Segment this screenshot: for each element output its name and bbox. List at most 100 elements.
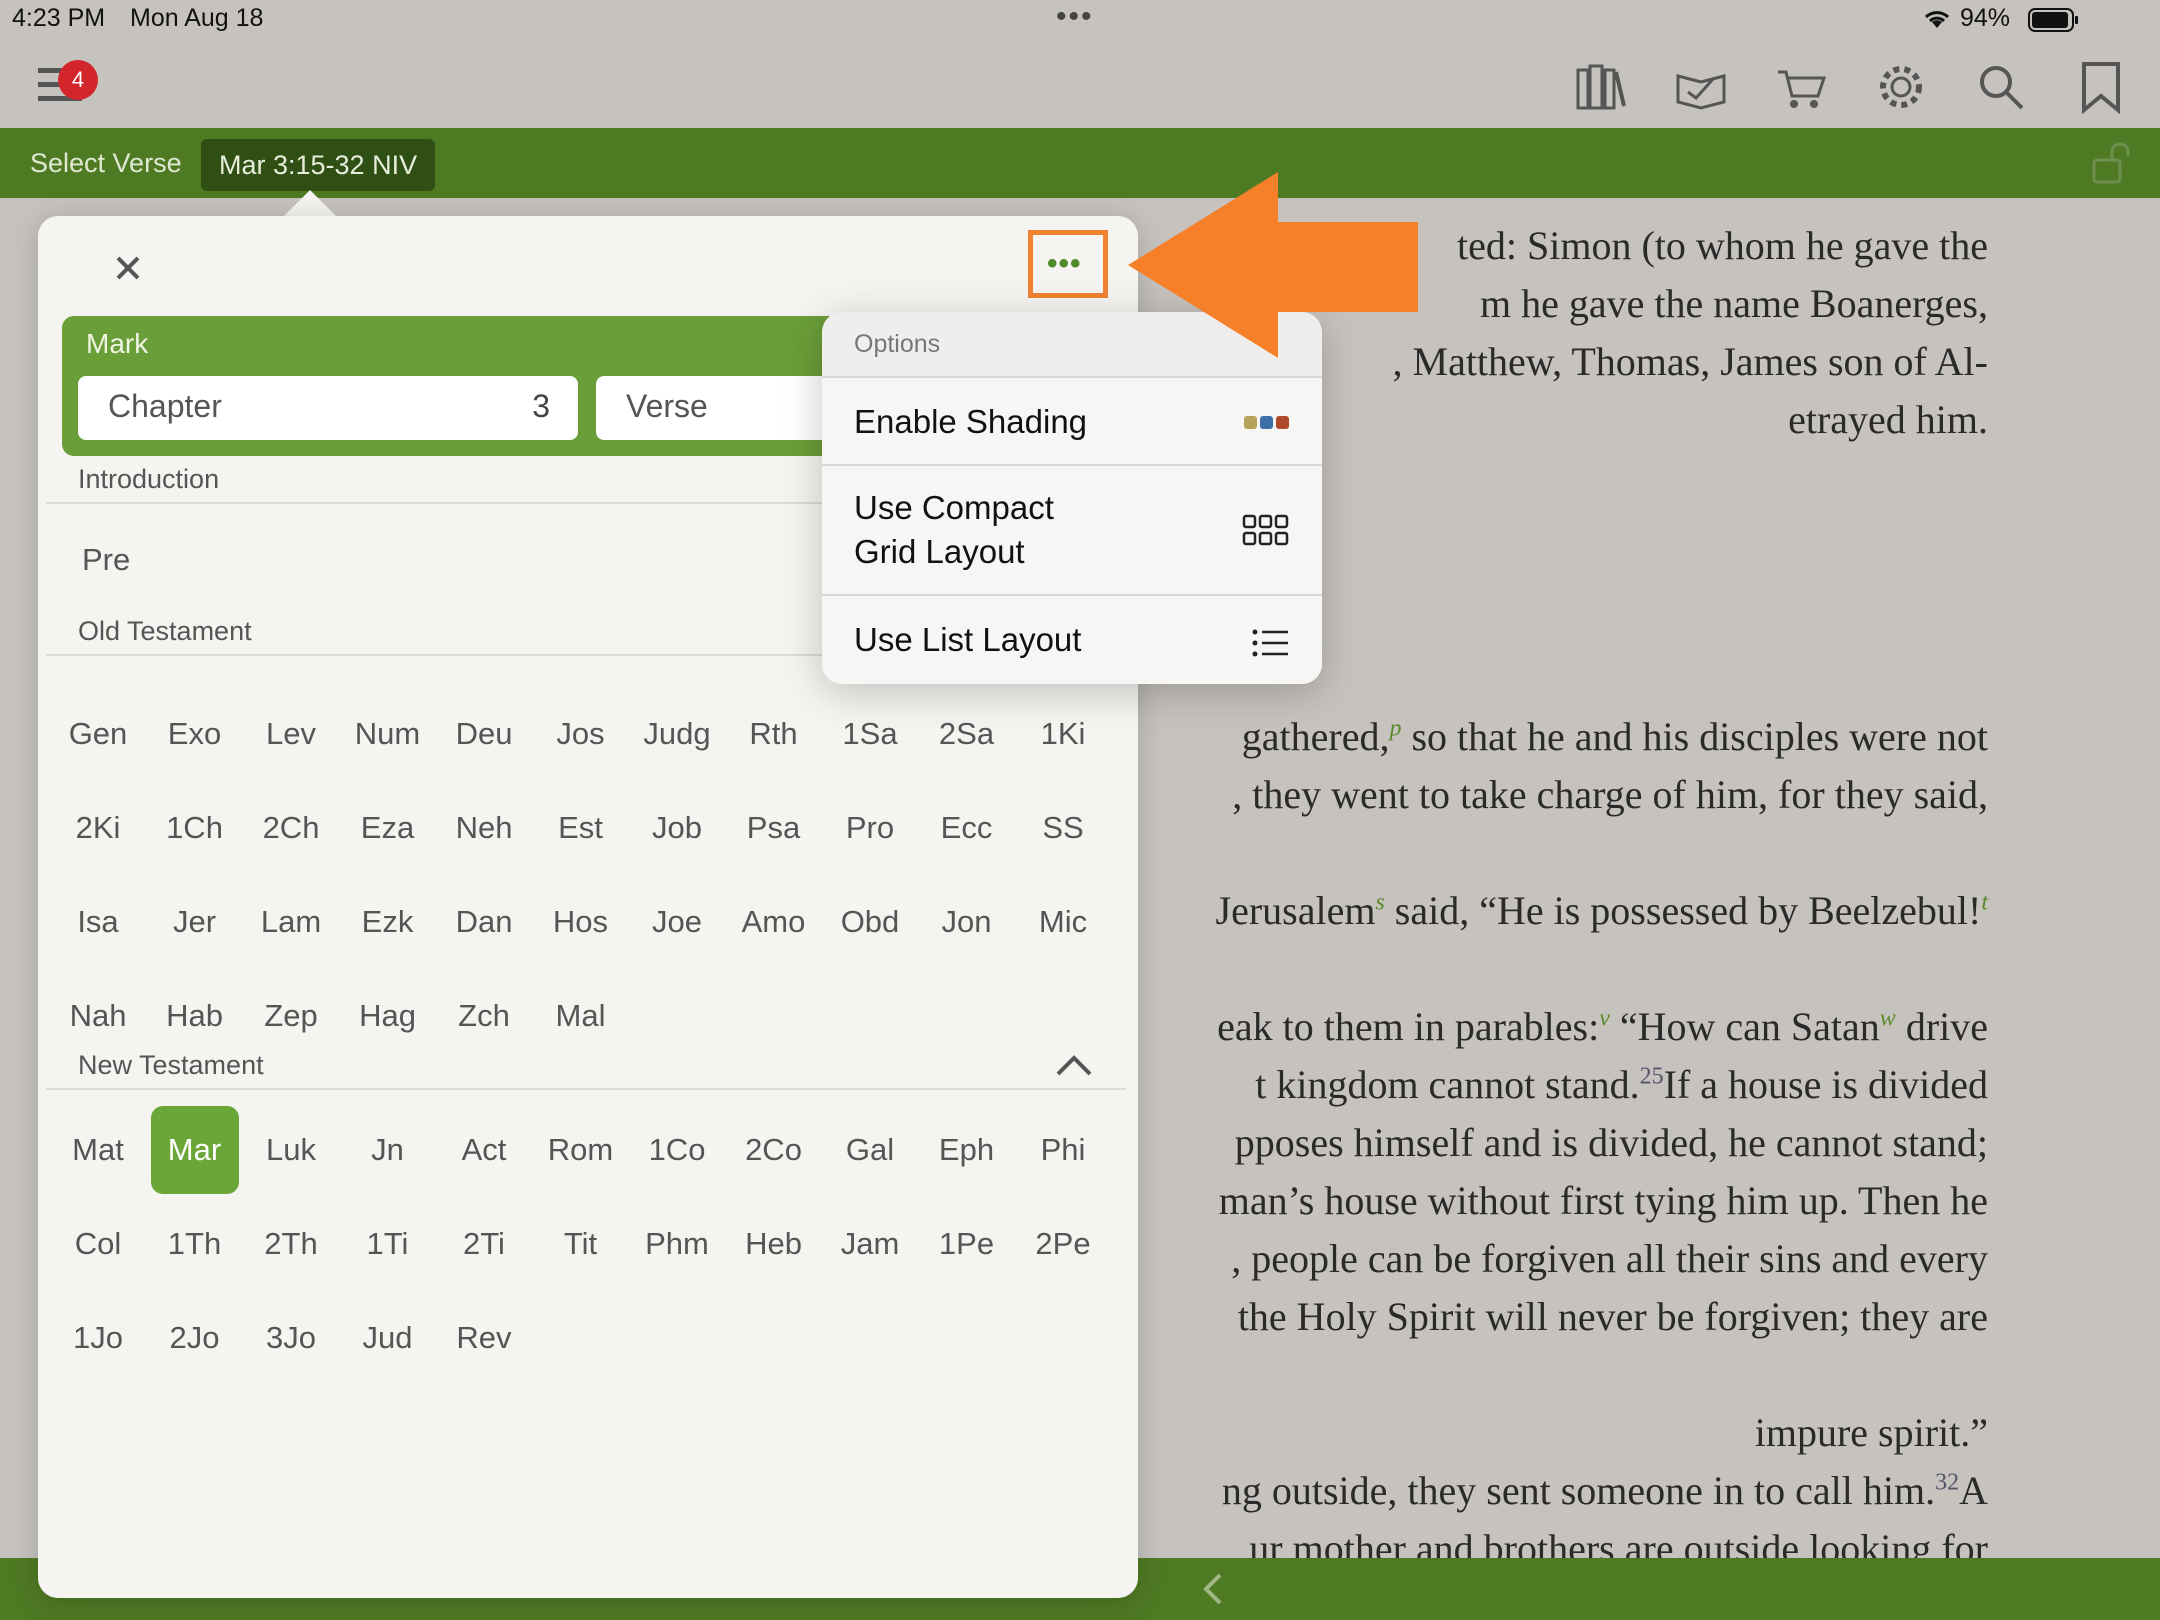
book-1ti[interactable]: 1Ti [344, 1200, 432, 1288]
book-ecc[interactable]: Ecc [923, 784, 1011, 872]
book-heb[interactable]: Heb [730, 1200, 818, 1288]
book-zch[interactable]: Zch [440, 972, 528, 1060]
book-jam[interactable]: Jam [826, 1200, 914, 1288]
reader-text: m he gave the name Boanerges, [1480, 281, 1988, 326]
chevron-left-icon[interactable] [1200, 1572, 1224, 1606]
book-hos[interactable]: Hos [537, 878, 625, 966]
footnote-marker[interactable]: w [1880, 1006, 1896, 1032]
book-pro[interactable]: Pro [826, 784, 914, 872]
book-1co[interactable]: 1Co [633, 1106, 721, 1194]
reader-text: drive [1895, 1004, 1988, 1049]
book-deu[interactable]: Deu [440, 690, 528, 778]
book-nah[interactable]: Nah [54, 972, 142, 1060]
footnote-marker[interactable]: v [1599, 1006, 1610, 1032]
book-gal[interactable]: Gal [826, 1106, 914, 1194]
more-options-button[interactable]: ••• [1028, 230, 1108, 298]
book-1ki[interactable]: 1Ki [1019, 690, 1107, 778]
enable-shading-label: Enable Shading [854, 403, 1088, 440]
book-job[interactable]: Job [633, 784, 721, 872]
reader-text: said, “He is possessed by Beelzebul! [1384, 888, 1982, 933]
reader-text: the Holy Spirit will never be forgiven; … [1237, 1294, 1988, 1339]
reader-text: “How can Satan [1609, 1004, 1880, 1049]
book-3jo[interactable]: 3Jo [247, 1294, 335, 1382]
reader-text: , people can be forgiven all their sins … [1231, 1236, 1988, 1281]
popover-pointer [282, 190, 338, 218]
book-jn[interactable]: Jn [344, 1106, 432, 1194]
book-2ch[interactable]: 2Ch [247, 784, 335, 872]
book-hag[interactable]: Hag [344, 972, 432, 1060]
book-2co[interactable]: 2Co [730, 1106, 818, 1194]
book-isa[interactable]: Isa [54, 878, 142, 966]
reader-text: , Matthew, Thomas, James son of Al- [1392, 339, 1989, 384]
book-joe[interactable]: Joe [633, 878, 721, 966]
chapter-label: Chapter [108, 388, 222, 424]
book-1ch[interactable]: 1Ch [151, 784, 239, 872]
list-layout-item[interactable]: Use List Layout [822, 594, 1322, 684]
book-col[interactable]: Col [54, 1200, 142, 1288]
chapter-field[interactable]: Chapter 3 [78, 376, 578, 440]
book-hab[interactable]: Hab [151, 972, 239, 1060]
reader-line: the Holy Spirit will never be forgiven; … [1238, 1293, 1988, 1340]
book-phm[interactable]: Phm [633, 1200, 721, 1288]
book-gen[interactable]: Gen [54, 690, 142, 778]
book-jer[interactable]: Jer [151, 878, 239, 966]
reader-line: , they went to take charge of him, for t… [1232, 771, 1988, 818]
book-lam[interactable]: Lam [247, 878, 335, 966]
book-est[interactable]: Est [537, 784, 625, 872]
compact-grid-label: Use Compact Grid Layout [854, 489, 1054, 570]
chevron-up-icon[interactable] [1054, 1052, 1094, 1080]
book-neh[interactable]: Neh [440, 784, 528, 872]
compact-grid-item[interactable]: Use Compact Grid Layout [822, 464, 1322, 596]
book-zep[interactable]: Zep [247, 972, 335, 1060]
book-mic[interactable]: Mic [1019, 878, 1107, 966]
book-2pe[interactable]: 2Pe [1019, 1200, 1107, 1288]
enable-shading-item[interactable]: Enable Shading [822, 376, 1322, 466]
book-mal[interactable]: Mal [537, 972, 625, 1060]
book-jos[interactable]: Jos [537, 690, 625, 778]
book-rev[interactable]: Rev [440, 1294, 528, 1382]
book-obd[interactable]: Obd [826, 878, 914, 966]
book-jon[interactable]: Jon [923, 878, 1011, 966]
reader-line: gathered,p so that he and his disciples … [1242, 713, 1988, 760]
book-eph[interactable]: Eph [923, 1106, 1011, 1194]
book-num[interactable]: Num [344, 690, 432, 778]
book-act[interactable]: Act [440, 1106, 528, 1194]
reader-line: etrayed him. [1788, 396, 1988, 443]
book-1jo[interactable]: 1Jo [54, 1294, 142, 1382]
book-ss[interactable]: SS [1019, 784, 1107, 872]
book-2ti[interactable]: 2Ti [440, 1200, 528, 1288]
book-mat[interactable]: Mat [54, 1106, 142, 1194]
book-psa[interactable]: Psa [730, 784, 818, 872]
book-1th[interactable]: 1Th [151, 1200, 239, 1288]
book-lev[interactable]: Lev [247, 690, 335, 778]
book-2jo[interactable]: 2Jo [151, 1294, 239, 1382]
footnote-marker[interactable]: s [1375, 890, 1384, 916]
book-rom[interactable]: Rom [537, 1106, 625, 1194]
book-1sa[interactable]: 1Sa [826, 690, 914, 778]
book-exo[interactable]: Exo [151, 690, 239, 778]
book-amo[interactable]: Amo [730, 878, 818, 966]
book-judg[interactable]: Judg [633, 690, 721, 778]
book-dan[interactable]: Dan [440, 878, 528, 966]
book-pre[interactable]: Pre [82, 542, 130, 578]
book-1pe[interactable]: 1Pe [923, 1200, 1011, 1288]
reader-line: man’s house without first tying him up. … [1219, 1177, 1988, 1224]
footnote-marker[interactable]: p [1389, 716, 1401, 742]
book-jud[interactable]: Jud [344, 1294, 432, 1382]
book-mar[interactable]: Mar [150, 1106, 239, 1194]
book-luk[interactable]: Luk [247, 1106, 335, 1194]
book-2th[interactable]: 2Th [247, 1200, 335, 1288]
verse-field[interactable]: Verse [596, 376, 836, 440]
close-icon[interactable] [106, 246, 150, 290]
verse-number[interactable]: 32 [1935, 1470, 1959, 1496]
book-2ki[interactable]: 2Ki [54, 784, 142, 872]
book-phi[interactable]: Phi [1019, 1106, 1107, 1194]
book-tit[interactable]: Tit [537, 1200, 625, 1288]
verse-number[interactable]: 25 [1640, 1064, 1664, 1090]
footnote-marker[interactable]: t [1981, 890, 1988, 916]
book-eza[interactable]: Eza [344, 784, 432, 872]
chapter-value: 3 [532, 388, 550, 424]
book-ezk[interactable]: Ezk [344, 878, 432, 966]
book-rth[interactable]: Rth [730, 690, 818, 778]
book-2sa[interactable]: 2Sa [923, 690, 1011, 778]
